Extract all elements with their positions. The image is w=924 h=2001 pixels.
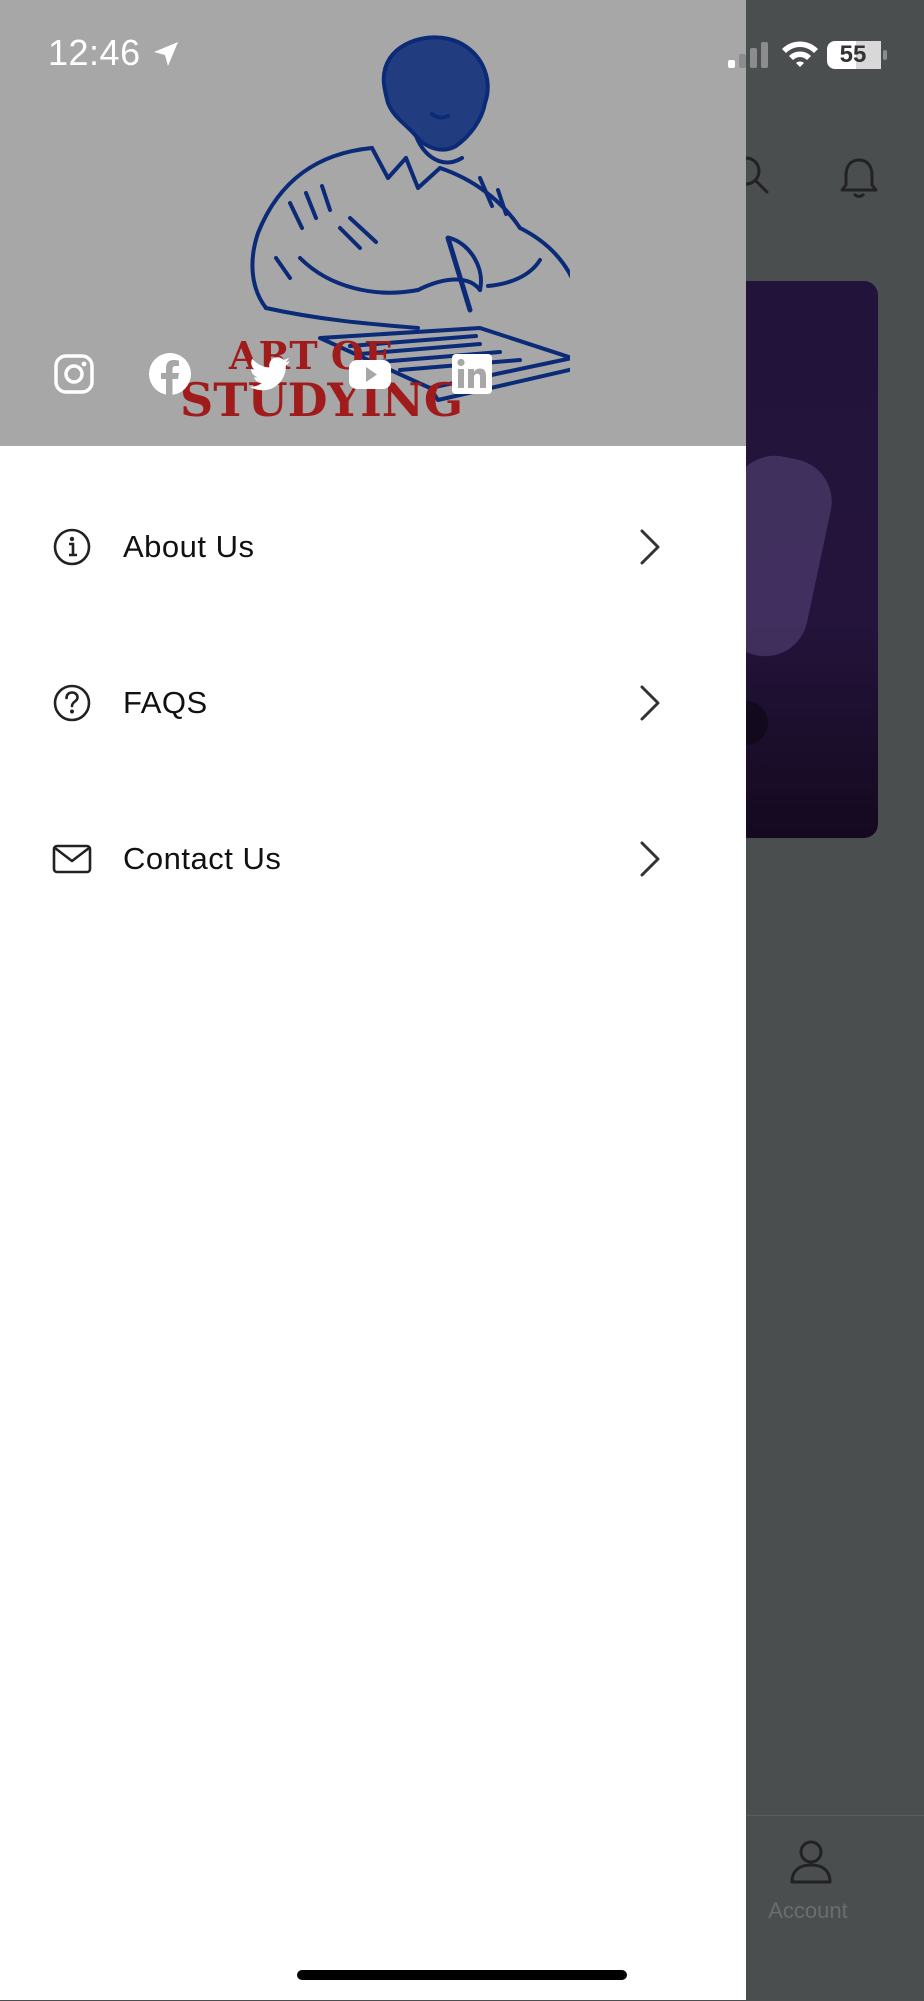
logo-line1: ART OF xyxy=(229,333,391,378)
info-icon xyxy=(53,528,91,566)
menu-item-faqs[interactable]: FAQS xyxy=(0,648,746,758)
menu-label-about-us: About Us xyxy=(123,529,255,564)
bell-icon xyxy=(840,158,878,198)
status-bar: 12:46 55 xyxy=(0,0,924,110)
status-time: 12:46 xyxy=(48,32,141,73)
chevron-right-icon xyxy=(640,529,660,565)
wifi-icon xyxy=(782,41,818,67)
home-indicator[interactable] xyxy=(297,1970,627,1980)
logo-line2: STUDYING xyxy=(180,373,464,427)
instagram-icon[interactable] xyxy=(52,352,96,396)
tab-bar: Account xyxy=(746,1815,924,2001)
logo-wordmark: ART OF STUDYING xyxy=(180,333,463,424)
location-arrow-icon xyxy=(154,42,178,66)
mail-icon xyxy=(52,844,92,874)
twitter-icon[interactable] xyxy=(248,352,292,396)
question-icon xyxy=(53,684,91,722)
menu-item-contact-us[interactable]: Contact Us xyxy=(0,804,746,914)
chevron-right-icon xyxy=(640,685,660,721)
chevron-right-icon xyxy=(640,841,660,877)
battery-level: 55 xyxy=(839,41,867,68)
tab-account-label: Account xyxy=(768,1898,848,1923)
menu-item-about-us[interactable]: About Us xyxy=(0,492,746,602)
account-icon xyxy=(790,1840,832,1884)
menu-label-faqs: FAQS xyxy=(123,685,208,720)
cellular-signal-icon xyxy=(728,42,768,68)
linkedin-icon[interactable] xyxy=(450,352,494,396)
facebook-icon[interactable] xyxy=(148,352,192,396)
side-drawer: ART OF STUDYING About Us FAQS Contact Us xyxy=(0,0,746,2000)
menu-label-contact-us: Contact Us xyxy=(123,841,282,876)
youtube-icon[interactable] xyxy=(348,352,392,396)
